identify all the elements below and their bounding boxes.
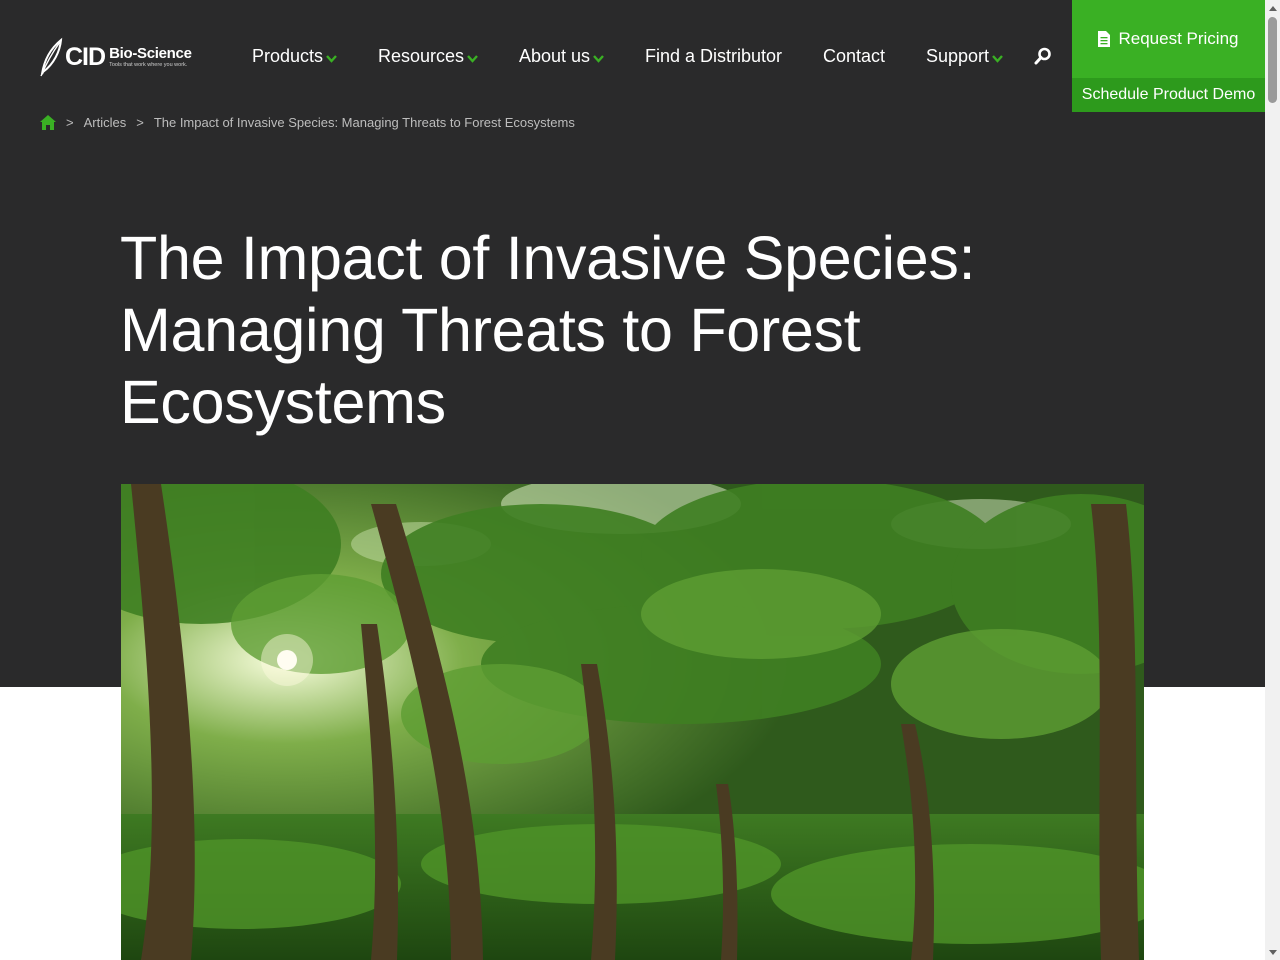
nav-item-contact[interactable]: Contact <box>823 44 885 68</box>
nav-item-label: About us <box>519 45 591 66</box>
nav-item-products[interactable]: Products <box>252 44 337 68</box>
site-logo[interactable]: CID Bio-Science Tools that work where yo… <box>38 36 210 78</box>
chevron-down-icon <box>992 55 1003 63</box>
breadcrumb-separator: > <box>136 114 144 130</box>
scroll-up-icon[interactable] <box>1265 0 1280 15</box>
search-icon[interactable] <box>1033 46 1053 66</box>
logo-tagline: Tools that work where you work. <box>109 61 188 68</box>
nav-item-label: Resources <box>378 45 465 66</box>
request-pricing-label: Request Pricing <box>1118 29 1239 48</box>
scroll-down-icon[interactable] <box>1265 945 1280 960</box>
breadcrumb-item-articles[interactable]: Articles <box>84 115 127 130</box>
breadcrumb-item-current: The Impact of Invasive Species: Managing… <box>153 114 575 130</box>
nav-item-about-us[interactable]: About us <box>519 44 604 68</box>
schedule-demo-button[interactable]: Schedule Product Demo <box>1072 78 1265 112</box>
request-pricing-button[interactable]: Request Pricing <box>1072 0 1265 78</box>
logo-bioscience-text: Bio-Science <box>109 44 192 62</box>
nav-item-resources[interactable]: Resources <box>378 44 478 68</box>
schedule-demo-label: Schedule Product Demo <box>1081 86 1256 103</box>
nav-item-label: Contact <box>823 45 886 66</box>
forest-canopy-image <box>121 484 1144 960</box>
scrollbar-thumb[interactable] <box>1268 17 1277 103</box>
nav-item-support[interactable]: Support <box>926 44 1003 68</box>
chevron-down-icon <box>593 55 604 63</box>
nav-item-label: Products <box>252 45 324 66</box>
home-icon[interactable] <box>40 114 56 130</box>
chevron-down-icon <box>326 55 337 63</box>
leaf-logo-icon <box>40 37 63 77</box>
document-icon <box>1098 31 1111 47</box>
breadcrumb-separator: > <box>66 114 74 130</box>
nav-item-label: Find a Distributor <box>645 45 783 66</box>
page-title: The Impact of Invasive Species: Managing… <box>120 224 976 436</box>
breadcrumb: > Articles > The Impact of Invasive Spec… <box>40 112 575 132</box>
page-scrollbar[interactable] <box>1265 0 1280 960</box>
cta-panel: Request Pricing Schedule Product Demo <box>1072 0 1265 112</box>
nav-item-label: Support <box>926 45 990 66</box>
logo-cid-text: CID <box>65 42 106 71</box>
chevron-down-icon <box>467 55 478 63</box>
nav-item-find-distributor[interactable]: Find a Distributor <box>645 44 782 68</box>
